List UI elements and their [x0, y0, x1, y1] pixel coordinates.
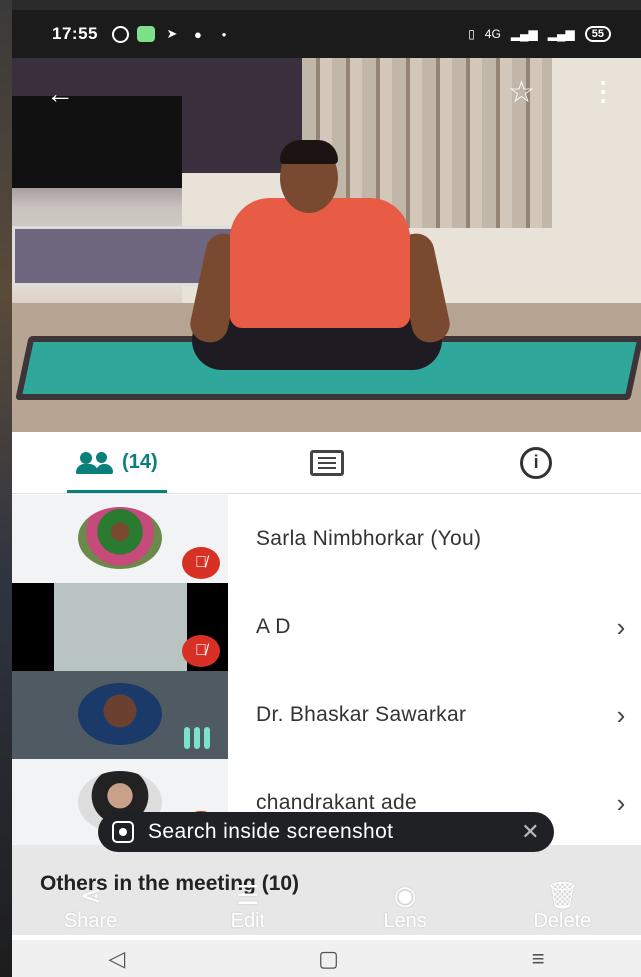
- chat-icon: [309, 449, 344, 476]
- signal-icon-2: ▂▄▆: [547, 27, 575, 41]
- close-icon[interactable]: ✕: [521, 819, 540, 845]
- nav-menu-icon[interactable]: ≡: [532, 946, 545, 972]
- share-button[interactable]: ⋖ Share: [12, 880, 169, 940]
- video-tv: [12, 96, 182, 188]
- participant-row[interactable]: 🎙̸ A D ›: [12, 583, 641, 671]
- more-notifications-icon: •: [221, 26, 227, 42]
- nav-back-icon[interactable]: ◁: [108, 946, 125, 972]
- battery-icon: 55: [584, 26, 611, 42]
- lens-button[interactable]: ◉ Lens: [327, 880, 484, 940]
- share-label: Share: [63, 910, 118, 932]
- participant-thumbnail: [12, 671, 228, 759]
- system-nav-bar: ◁ ▢ ≡: [12, 940, 641, 977]
- edit-label: Edit: [230, 910, 266, 932]
- participants-list: 🎙̸ Sarla Nimbhorkar (You) 🎙̸ A D › Dr. B…: [12, 495, 641, 847]
- chevron-right-icon[interactable]: ›: [601, 788, 641, 819]
- nav-home-icon[interactable]: ▢: [318, 946, 339, 972]
- signal-icon: ▂▄▆: [510, 27, 538, 41]
- edit-icon: ☰: [236, 880, 260, 910]
- meeting-tabs: (14) i: [12, 432, 641, 494]
- avatar: [78, 683, 162, 745]
- lens-icon: ◉: [393, 880, 417, 910]
- star-icon[interactable]: ☆: [508, 78, 535, 108]
- facebook-icon: ●: [194, 26, 202, 42]
- tab-chat[interactable]: [222, 432, 432, 493]
- participant-name: Sarla Nimbhorkar (You): [256, 527, 482, 550]
- participant-name: A D: [256, 615, 291, 638]
- back-arrow-icon[interactable]: ←: [46, 80, 74, 108]
- messages-icon: [136, 26, 155, 42]
- notification-icons: ➤ ● •: [111, 25, 233, 43]
- people-icon: [76, 451, 114, 474]
- telegram-icon: ➤: [166, 26, 178, 41]
- whatsapp-icon: [111, 25, 129, 43]
- participant-thumbnail: 🎙̸: [12, 495, 228, 583]
- lens-label: Lens: [383, 910, 427, 932]
- more-vert-icon[interactable]: ⋮: [590, 78, 616, 104]
- video-person-hair: [280, 140, 338, 164]
- info-icon: i: [520, 446, 553, 479]
- chevron-right-icon[interactable]: ›: [601, 612, 641, 643]
- mic-off-icon: 🎙̸: [182, 635, 220, 667]
- main-video-feed[interactable]: ← ☆ ⋮: [12, 58, 641, 432]
- delete-icon: 🗑: [545, 880, 579, 910]
- network-type: 4G: [484, 27, 501, 41]
- phone-screen: 17:55 ➤ ● • ▯ 4G ▂▄▆ ▂▄▆ 55 ← ☆ ⋮ (14) i…: [12, 10, 641, 977]
- delete-label: Delete: [533, 910, 592, 932]
- status-time: 17:55: [52, 24, 98, 43]
- participants-count: (14): [122, 451, 158, 473]
- delete-button[interactable]: 🗑 Delete: [484, 880, 641, 940]
- mic-off-icon: 🎙̸: [182, 547, 220, 579]
- chevron-right-icon[interactable]: ›: [601, 700, 641, 731]
- search-chip-label: Search inside screenshot: [148, 820, 394, 843]
- status-bar: 17:55 ➤ ● • ▯ 4G ▂▄▆ ▂▄▆ 55: [12, 10, 641, 58]
- system-icons: ▯ 4G ▂▄▆ ▂▄▆ 55: [468, 26, 611, 42]
- vibrate-icon: ▯: [468, 27, 475, 41]
- participant-name: Dr. Bhaskar Sawarkar: [256, 703, 467, 726]
- participant-video-thumbnail: 🎙̸: [12, 583, 228, 671]
- share-icon: ⋖: [79, 880, 102, 910]
- speaking-indicator-icon: [184, 727, 210, 749]
- video-person-body: [230, 198, 410, 328]
- screenshot-actions: ⋖ Share ☰ Edit ◉ Lens 🗑 Delete: [12, 880, 641, 940]
- tab-people[interactable]: (14): [12, 432, 222, 493]
- search-inside-screenshot-chip[interactable]: Search inside screenshot ✕: [98, 812, 554, 852]
- background-edge: [0, 0, 12, 977]
- participant-row: 🎙̸ Sarla Nimbhorkar (You): [12, 495, 641, 583]
- participant-row[interactable]: Dr. Bhaskar Sawarkar ›: [12, 671, 641, 759]
- tab-info[interactable]: i: [431, 432, 641, 493]
- avatar: [78, 507, 162, 569]
- edit-button[interactable]: ☰ Edit: [169, 880, 326, 940]
- lens-icon: [112, 821, 134, 843]
